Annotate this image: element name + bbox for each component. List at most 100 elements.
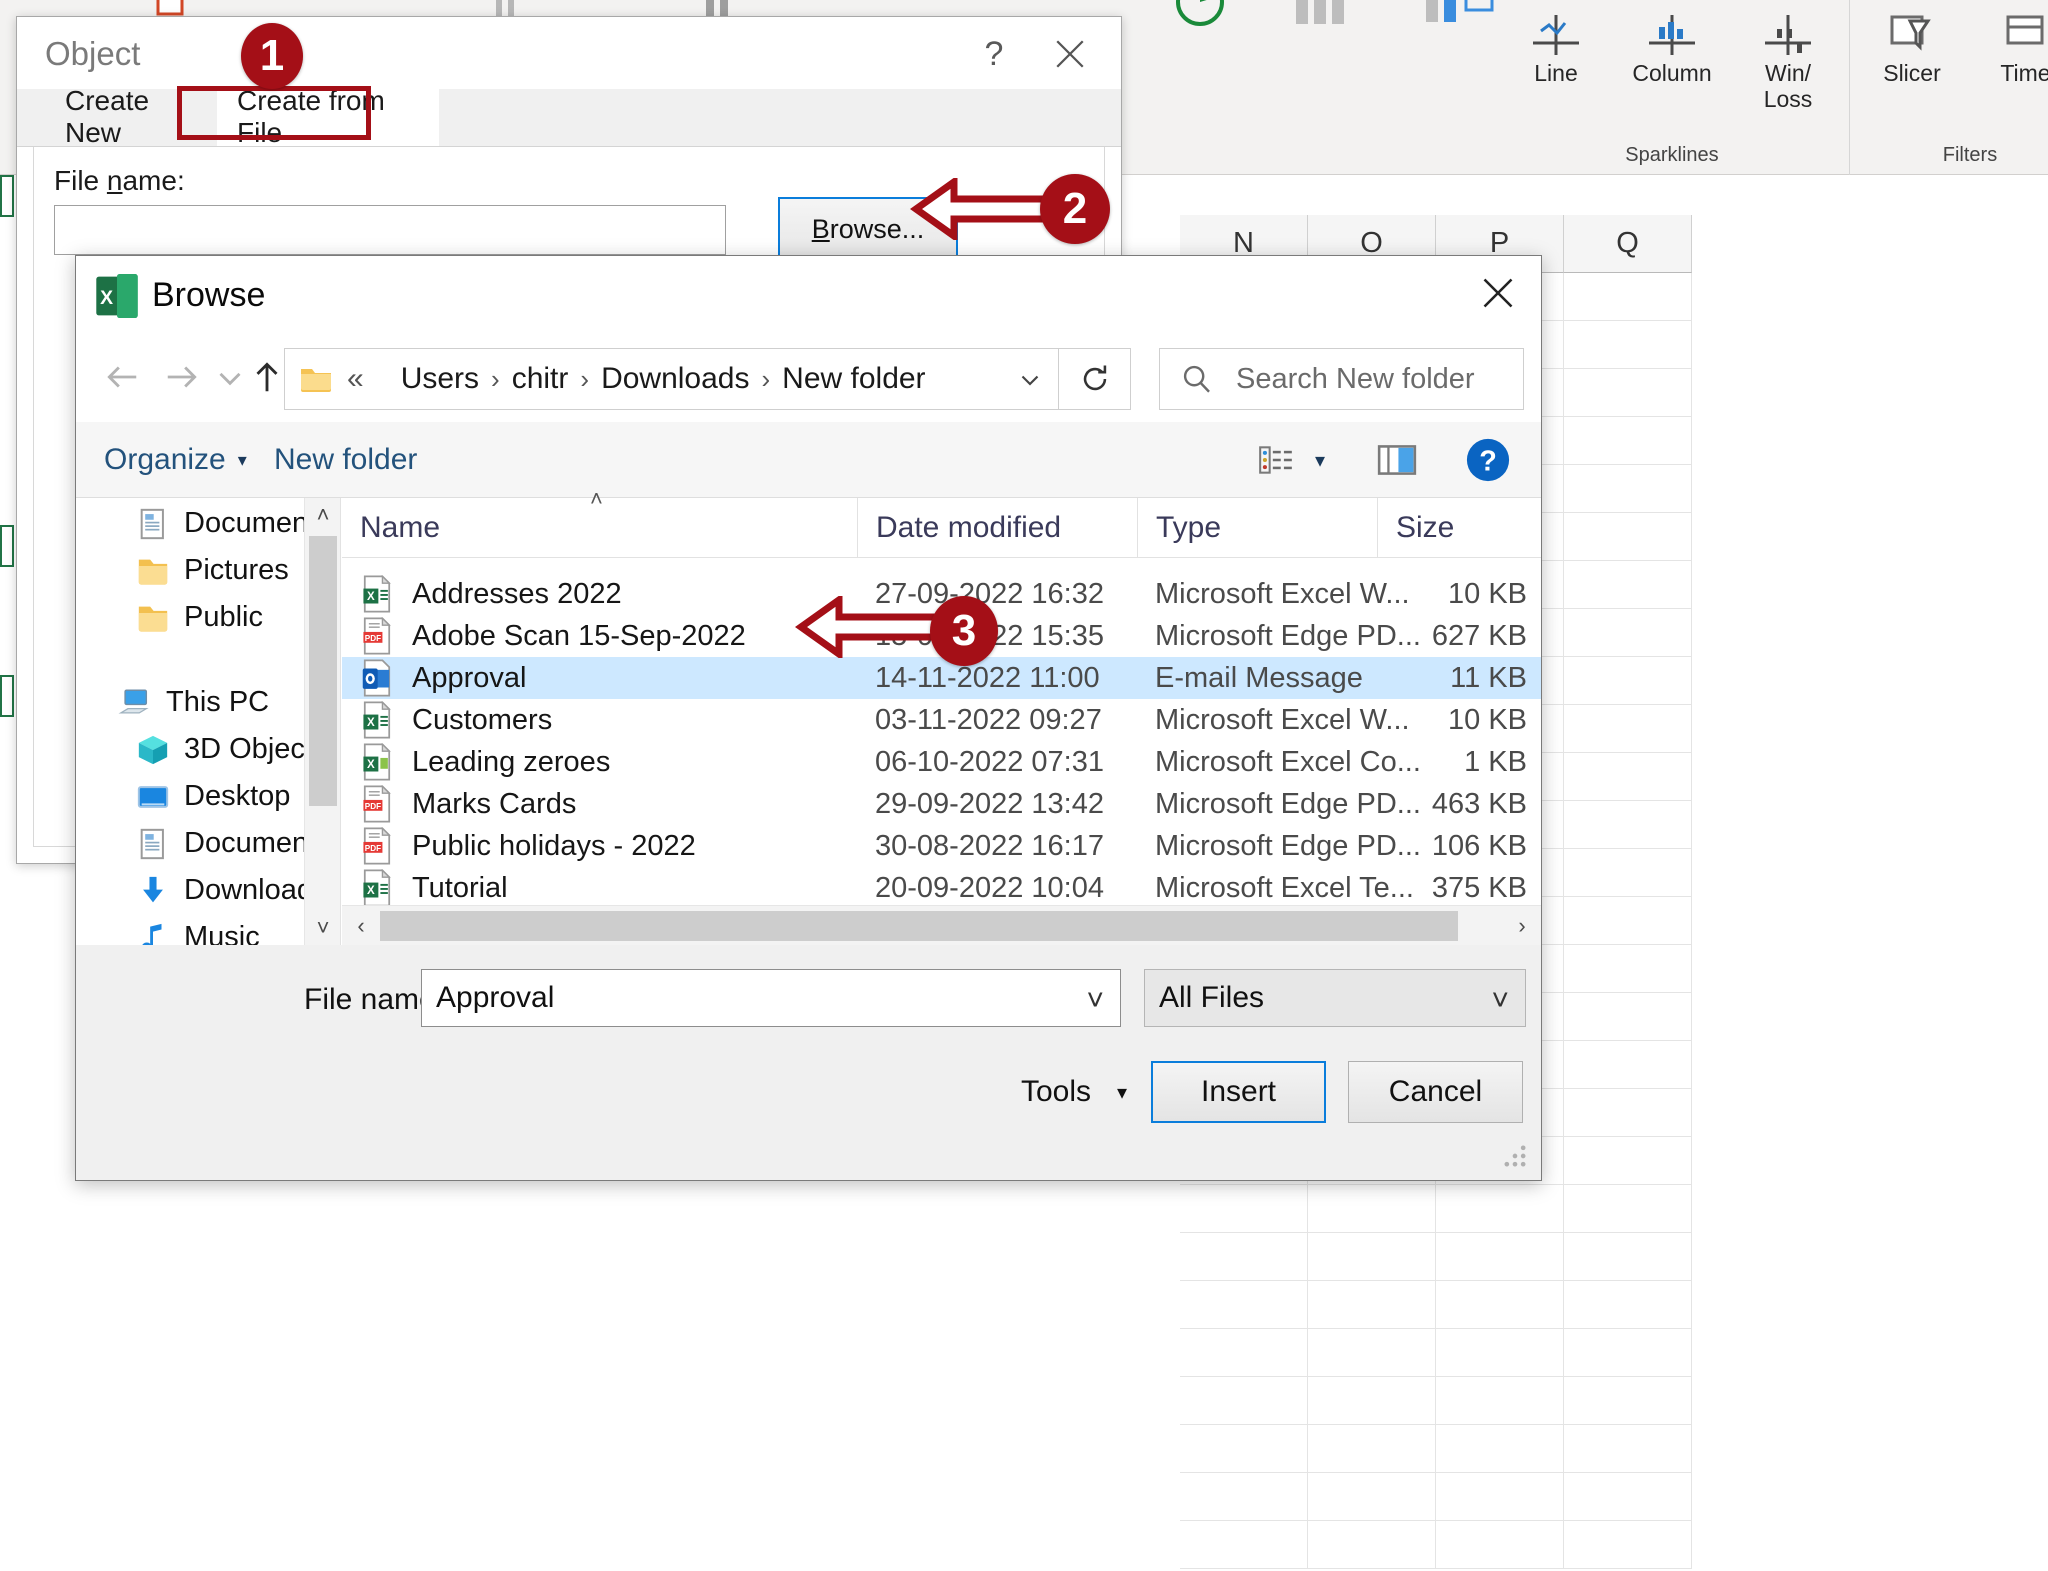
- column-header-q[interactable]: Q: [1564, 215, 1692, 273]
- nav-item-music[interactable]: Music: [76, 914, 340, 945]
- table-row[interactable]: PDF Marks Cards 29-09-2022 13:42 Microso…: [342, 783, 1541, 825]
- file-name-text: Addresses 2022: [412, 577, 622, 610]
- timeline-button[interactable]: Timel: [1970, 4, 2048, 86]
- column-header-type[interactable]: Type: [1137, 498, 1377, 558]
- file-type-cell: Microsoft Excel Te...: [1155, 871, 1414, 904]
- file-list-horizontal-scrollbar[interactable]: ‹ ›: [342, 905, 1541, 945]
- file-name-cell: Approval: [360, 659, 526, 697]
- selected-cell-marker: [0, 175, 14, 217]
- breadcrumb-separator: ›: [491, 363, 500, 394]
- table-row[interactable]: PDF Public holidays - 2022 30-08-2022 16…: [342, 825, 1541, 867]
- column-header-date-modified[interactable]: Date modified: [857, 498, 1137, 558]
- new-folder-label: New folder: [274, 443, 418, 476]
- scrollbar-track[interactable]: [380, 906, 1503, 946]
- chevron-down-icon: [219, 372, 241, 386]
- chevron-down-icon: ▾: [237, 449, 247, 470]
- breadcrumb-prefix: «: [347, 362, 364, 395]
- nav-item-3d-objects[interactable]: 3D Objects: [76, 726, 340, 773]
- scroll-up-arrow-icon[interactable]: ˄: [305, 498, 340, 532]
- up-button[interactable]: [246, 346, 288, 408]
- annotation-step-2: 2: [1040, 174, 1110, 244]
- column-header-name[interactable]: Name ˄: [342, 486, 857, 558]
- scroll-right-arrow-icon[interactable]: ›: [1503, 906, 1541, 946]
- browse-toolbar: Organize ▾ New folder ▾ ?: [76, 422, 1541, 498]
- file-size-cell: 627 KB: [1431, 619, 1527, 652]
- column-header-size[interactable]: Size: [1377, 498, 1543, 558]
- nav-item-documents[interactable]: Documents: [76, 820, 340, 867]
- insert-button[interactable]: Insert: [1151, 1061, 1326, 1123]
- breadcrumb-item-users[interactable]: Users: [401, 362, 479, 396]
- nav-item-pictures[interactable]: Pictures: [76, 547, 340, 594]
- nav-item-this-pc[interactable]: This PC: [76, 679, 340, 726]
- refresh-icon: [1083, 365, 1106, 391]
- table-row[interactable]: X Leading zeroes 06-10-2022 07:31 Micros…: [342, 741, 1541, 783]
- change-view-button[interactable]: ▾: [1257, 441, 1325, 479]
- approval-file-row[interactable]: Approval 14-11-2022 11:00 E-mail Message…: [342, 657, 1541, 699]
- chevron-down-icon[interactable]: ˅: [1086, 984, 1104, 1018]
- table-row[interactable]: X Tutorial 20-09-2022 10:04 Microsoft Ex…: [342, 867, 1541, 909]
- nav-item-documents[interactable]: Documents: [76, 500, 340, 547]
- sparkline-line-button[interactable]: Line: [1498, 4, 1614, 86]
- resize-grip-icon[interactable]: [1501, 1142, 1529, 1170]
- search-placeholder: Search New folder: [1236, 362, 1475, 395]
- scroll-left-arrow-icon[interactable]: ‹: [342, 906, 380, 946]
- cancel-button[interactable]: Cancel: [1348, 1061, 1523, 1123]
- tools-label: Tools: [1021, 1075, 1092, 1108]
- selected-cell-marker: [0, 675, 14, 717]
- nav-item-public[interactable]: Public: [76, 594, 340, 641]
- file-name-cell: PDF Marks Cards: [360, 785, 576, 823]
- close-button[interactable]: [1463, 262, 1533, 324]
- excel-tpl-icon: X: [363, 869, 391, 907]
- refresh-button[interactable]: [1059, 348, 1131, 410]
- nav-item-label: Music: [184, 921, 260, 945]
- file-size-cell: 1 KB: [1464, 745, 1527, 778]
- tools-button[interactable]: Tools ▾: [1021, 1061, 1127, 1123]
- file-name-text: Marks Cards: [412, 787, 577, 820]
- sparkline-winloss-button[interactable]: Win/ Loss: [1730, 4, 1846, 113]
- scrollbar-thumb[interactable]: [309, 536, 337, 806]
- back-button[interactable]: [94, 346, 150, 408]
- slicer-button[interactable]: Slicer: [1854, 4, 1970, 86]
- preview-pane-button[interactable]: [1377, 442, 1417, 478]
- pie-chart-icon: [1176, 0, 1224, 26]
- file-name-text: Tutorial: [412, 871, 508, 904]
- close-button[interactable]: [1041, 29, 1099, 79]
- file-name-text: Approval: [412, 661, 527, 694]
- search-input[interactable]: Search New folder: [1159, 348, 1524, 410]
- forward-button[interactable]: [154, 346, 210, 408]
- sparkline-column-button[interactable]: Column: [1614, 4, 1730, 86]
- table-row[interactable]: X Customers 03-11-2022 09:27 Microsoft E…: [342, 699, 1541, 741]
- back-arrow-icon: [107, 366, 137, 388]
- help-button[interactable]: ?: [1465, 437, 1511, 483]
- file-date-cell: 30-08-2022 16:17: [875, 829, 1104, 862]
- forward-arrow-icon: [167, 366, 197, 388]
- organize-button[interactable]: Organize ▾: [104, 422, 247, 498]
- new-folder-button[interactable]: New folder: [274, 422, 417, 498]
- navigation-pane[interactable]: Documents Pictures Public This PC 3D Obj…: [76, 498, 341, 945]
- help-button[interactable]: ?: [965, 29, 1023, 79]
- navpane-scrollbar[interactable]: ˄ ˅: [304, 498, 340, 945]
- file-type-filter-dropdown[interactable]: All Files ˅: [1144, 969, 1526, 1027]
- file-size-cell: 463 KB: [1431, 787, 1527, 820]
- excel-icon: X: [96, 274, 138, 318]
- recent-locations-button[interactable]: [210, 346, 250, 408]
- breadcrumb-item-downloads[interactable]: Downloads: [601, 362, 749, 396]
- scrollbar-thumb[interactable]: [380, 910, 1459, 941]
- ribbon-group-title-sparklines: Sparklines: [1625, 144, 1719, 166]
- file-name-input[interactable]: [54, 205, 726, 255]
- scroll-down-arrow-icon[interactable]: ˅: [305, 911, 340, 945]
- nav-item-desktop[interactable]: Desktop: [76, 773, 340, 820]
- nav-item-downloads[interactable]: Downloads: [76, 867, 340, 914]
- address-dropdown-button[interactable]: [1002, 364, 1058, 394]
- breadcrumb-item-chitr[interactable]: chitr: [512, 362, 569, 396]
- breadcrumb-item-new-folder[interactable]: New folder: [782, 362, 925, 396]
- file-name-input[interactable]: Approval ˅: [421, 969, 1121, 1027]
- object-dialog-title: Object: [45, 35, 141, 72]
- nav-item-label: This PC: [166, 686, 270, 718]
- preview-pane-icon: [1377, 445, 1417, 475]
- file-name-value: Approval: [436, 981, 555, 1014]
- file-name-text: Leading zeroes: [412, 745, 611, 778]
- address-bar[interactable]: « x Users › chitr › Downloads › New fold…: [284, 348, 1059, 410]
- nav-item-label: Public: [184, 601, 263, 633]
- help-circle-icon: ?: [1466, 438, 1510, 482]
